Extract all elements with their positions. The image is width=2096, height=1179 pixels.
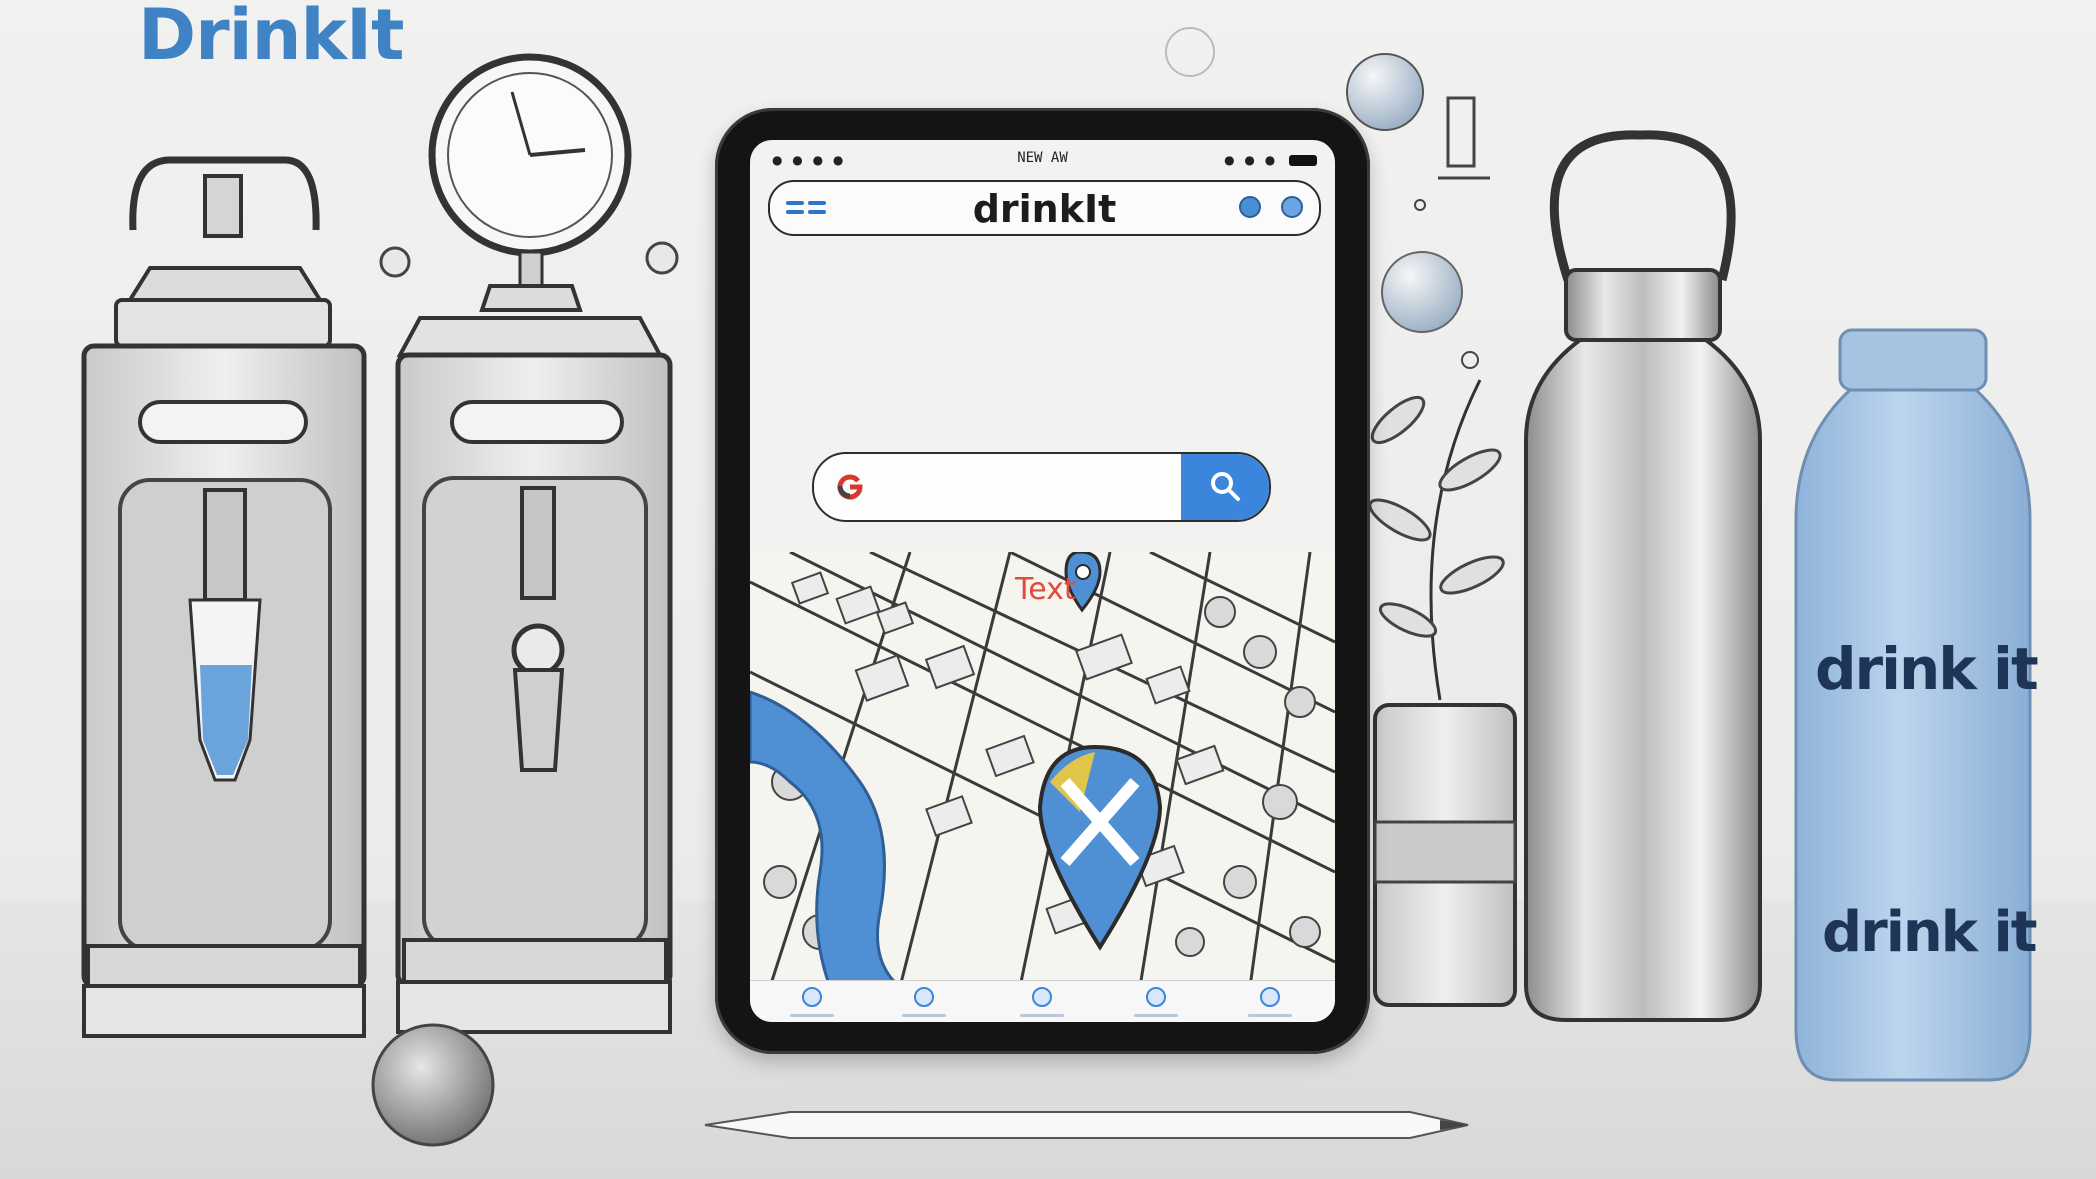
bottle-label-top: drink it [1815,635,2039,703]
search-input[interactable] [870,464,1174,510]
bottle-label-bottom: drink it [1822,900,2037,965]
google-g-icon [837,474,863,500]
settings-icon[interactable] [1281,196,1303,218]
dispenser-right [395,53,673,1034]
app-title: drinkIt [972,187,1117,231]
map-icon [1032,987,1052,1007]
map-label: Text [1015,572,1076,607]
nav-item-favorite[interactable] [1116,987,1196,1017]
bottom-nav [750,980,1335,1022]
pencil [704,1111,1469,1139]
home-icon [802,987,822,1007]
nav-item-map[interactable] [1002,987,1082,1017]
steel-bottle [1524,130,1762,1022]
blue-bottle [1794,328,2032,1082]
info-icon [914,987,934,1007]
nav-item-info[interactable] [884,987,964,1017]
nav-item-profile[interactable] [1230,987,1310,1017]
battery-icon: ● ● ● [1224,153,1317,167]
notification-icon[interactable] [1239,196,1261,218]
plant-pot [1368,379,1517,1007]
map-view[interactable]: Text [750,552,1335,987]
tablet-screen: ● ● ● ● NEW AW ● ● ● drinkIt Text [750,140,1335,1022]
profile-icon [1260,987,1280,1007]
city-map [750,552,1335,987]
search-button[interactable] [1181,454,1269,520]
status-bar: ● ● ● ● NEW AW ● ● ● [750,148,1335,172]
dispenser-left [81,156,367,1038]
app-header: drinkIt [768,180,1321,236]
favorite-icon [1146,987,1166,1007]
nav-item-home[interactable] [772,987,852,1017]
search-icon [1211,471,1240,501]
search-bar [812,452,1271,522]
